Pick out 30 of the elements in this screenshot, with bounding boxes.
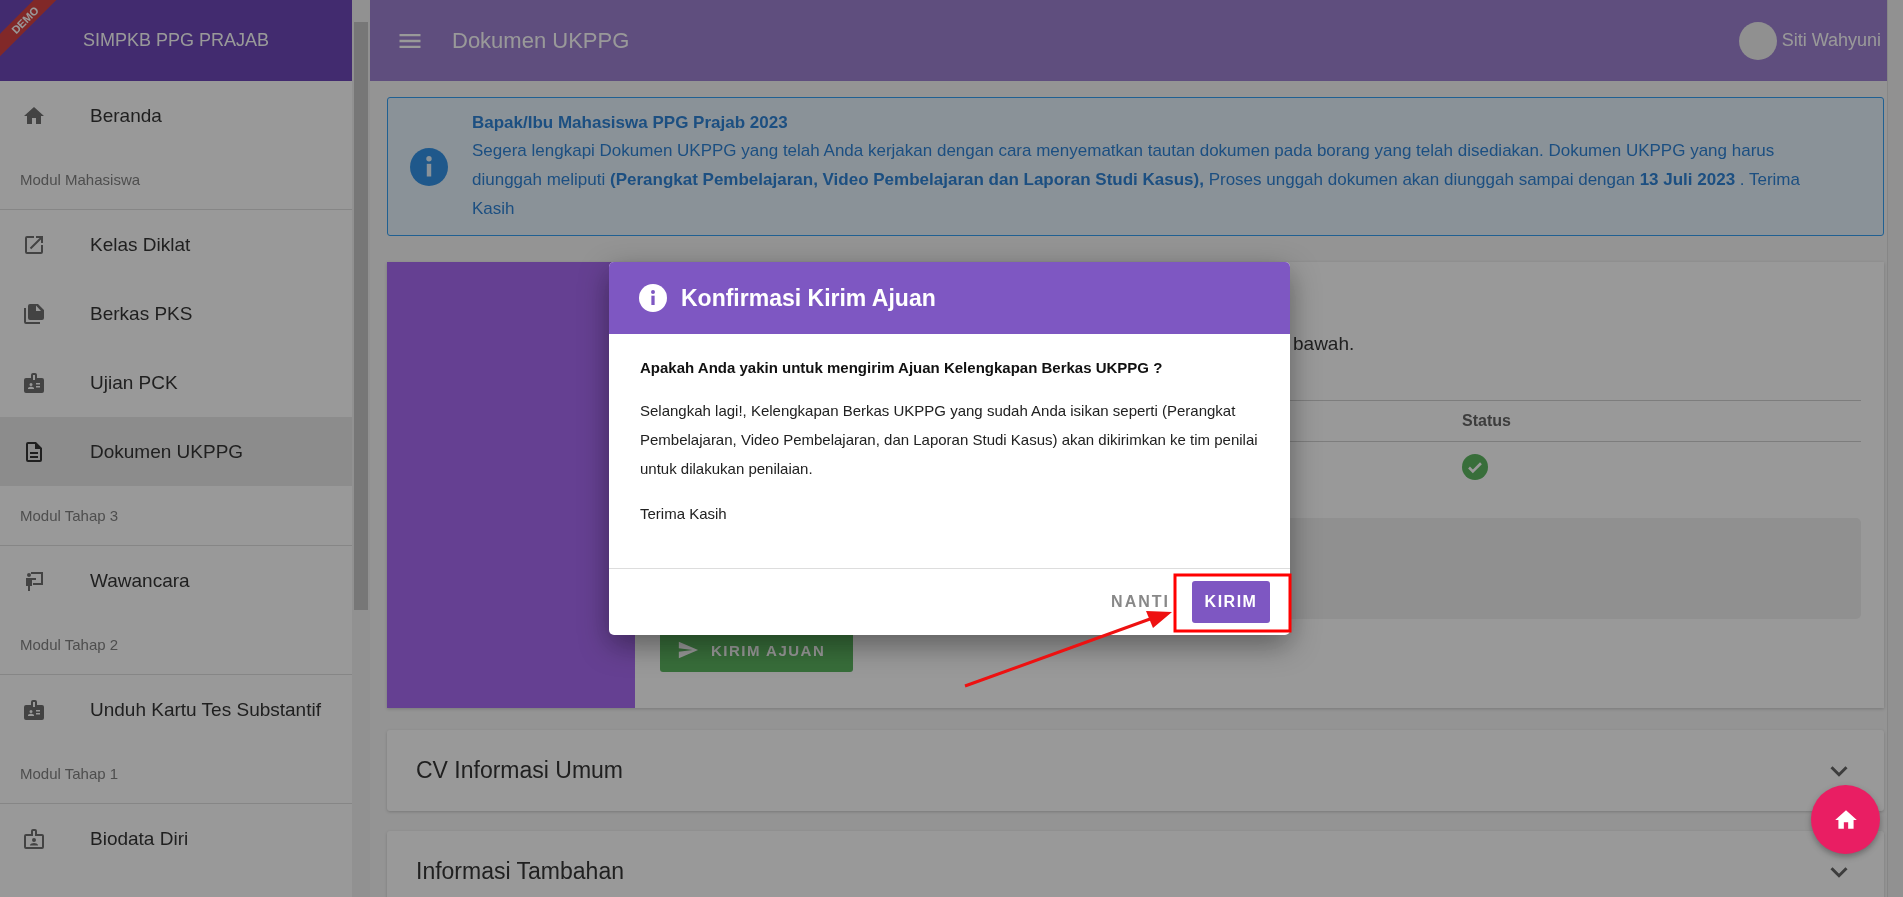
- alert-message: Segera lengkapi Dokumen UKPPG yang telah Anda kerjakan dengan cara menyematkan tautan dokumen pada borang yang telah disediakan. Dokumen UKPPG yang harus diunggah meliputi (Perangkat Pembelajaran, Video Pembelajaran dan Laporan Studi Kasus), Proses unggah dokumen akan diunggah sampai dengan 13 Juli 2023 . Terima Kasih: [472, 140, 1801, 220]
- avatar-icon[interactable]: [1738, 21, 1777, 60]
- info-icon: [410, 147, 448, 186]
- info-icon: [639, 284, 667, 312]
- send-button[interactable]: KIRIM: [1192, 581, 1270, 623]
- dialog-message: Selangkah lagi!, Kelengkapan Berkas UKPPG yang sudah Anda isikan seperti (Perangkat Pembelajaran, Video Pembelajaran, dan Laporan Studi Kasus) akan dikirimkan ke tim penilai untuk dilakukan penilaian.: [640, 401, 1259, 479]
- nav-item[interactable]: Beranda: [0, 81, 352, 150]
- column-header: Status: [1462, 412, 1512, 430]
- nav-item[interactable]: Wawancara: [0, 546, 352, 615]
- id-card-icon: [22, 370, 46, 395]
- alert-title: Bapak/Ibu Mahasiswa PPG Prajab 2023: [472, 112, 789, 134]
- nav-item[interactable]: Dokumen UKPPG: [0, 417, 352, 486]
- nav-item[interactable]: Berkas PKS: [0, 279, 352, 348]
- dialog-title: Konfirmasi Kirim Ajuan: [681, 284, 936, 312]
- nav-item[interactable]: Biodata Diri: [0, 804, 352, 873]
- id-card-icon: [22, 697, 46, 722]
- expansion-panel[interactable]: CV Informasi Umum: [387, 730, 1884, 811]
- nav-item[interactable]: Unduh Kartu Tes Substantif: [0, 675, 352, 744]
- expansion-panel[interactable]: Informasi Tambahan: [387, 831, 1884, 897]
- nav-item[interactable]: Ujian PCK: [0, 348, 352, 417]
- dialog-closing: Terima Kasih: [640, 504, 728, 524]
- nav-item[interactable]: Kelas Diklat: [0, 210, 352, 279]
- later-button[interactable]: NANTI: [1103, 593, 1178, 611]
- files-icon: [22, 301, 46, 326]
- send-icon: [677, 639, 699, 661]
- badge-icon: [22, 826, 46, 851]
- page-title: Dokumen UKPPG: [452, 27, 630, 54]
- dialog-question: Apakah Anda yakin untuk mengirim Ajuan Kelengkapan Berkas UKPPG ?: [640, 358, 1164, 378]
- instruction-text: bawah.: [1292, 332, 1356, 356]
- app-title: SIMPKB PPG PRAJAB: [82, 30, 270, 51]
